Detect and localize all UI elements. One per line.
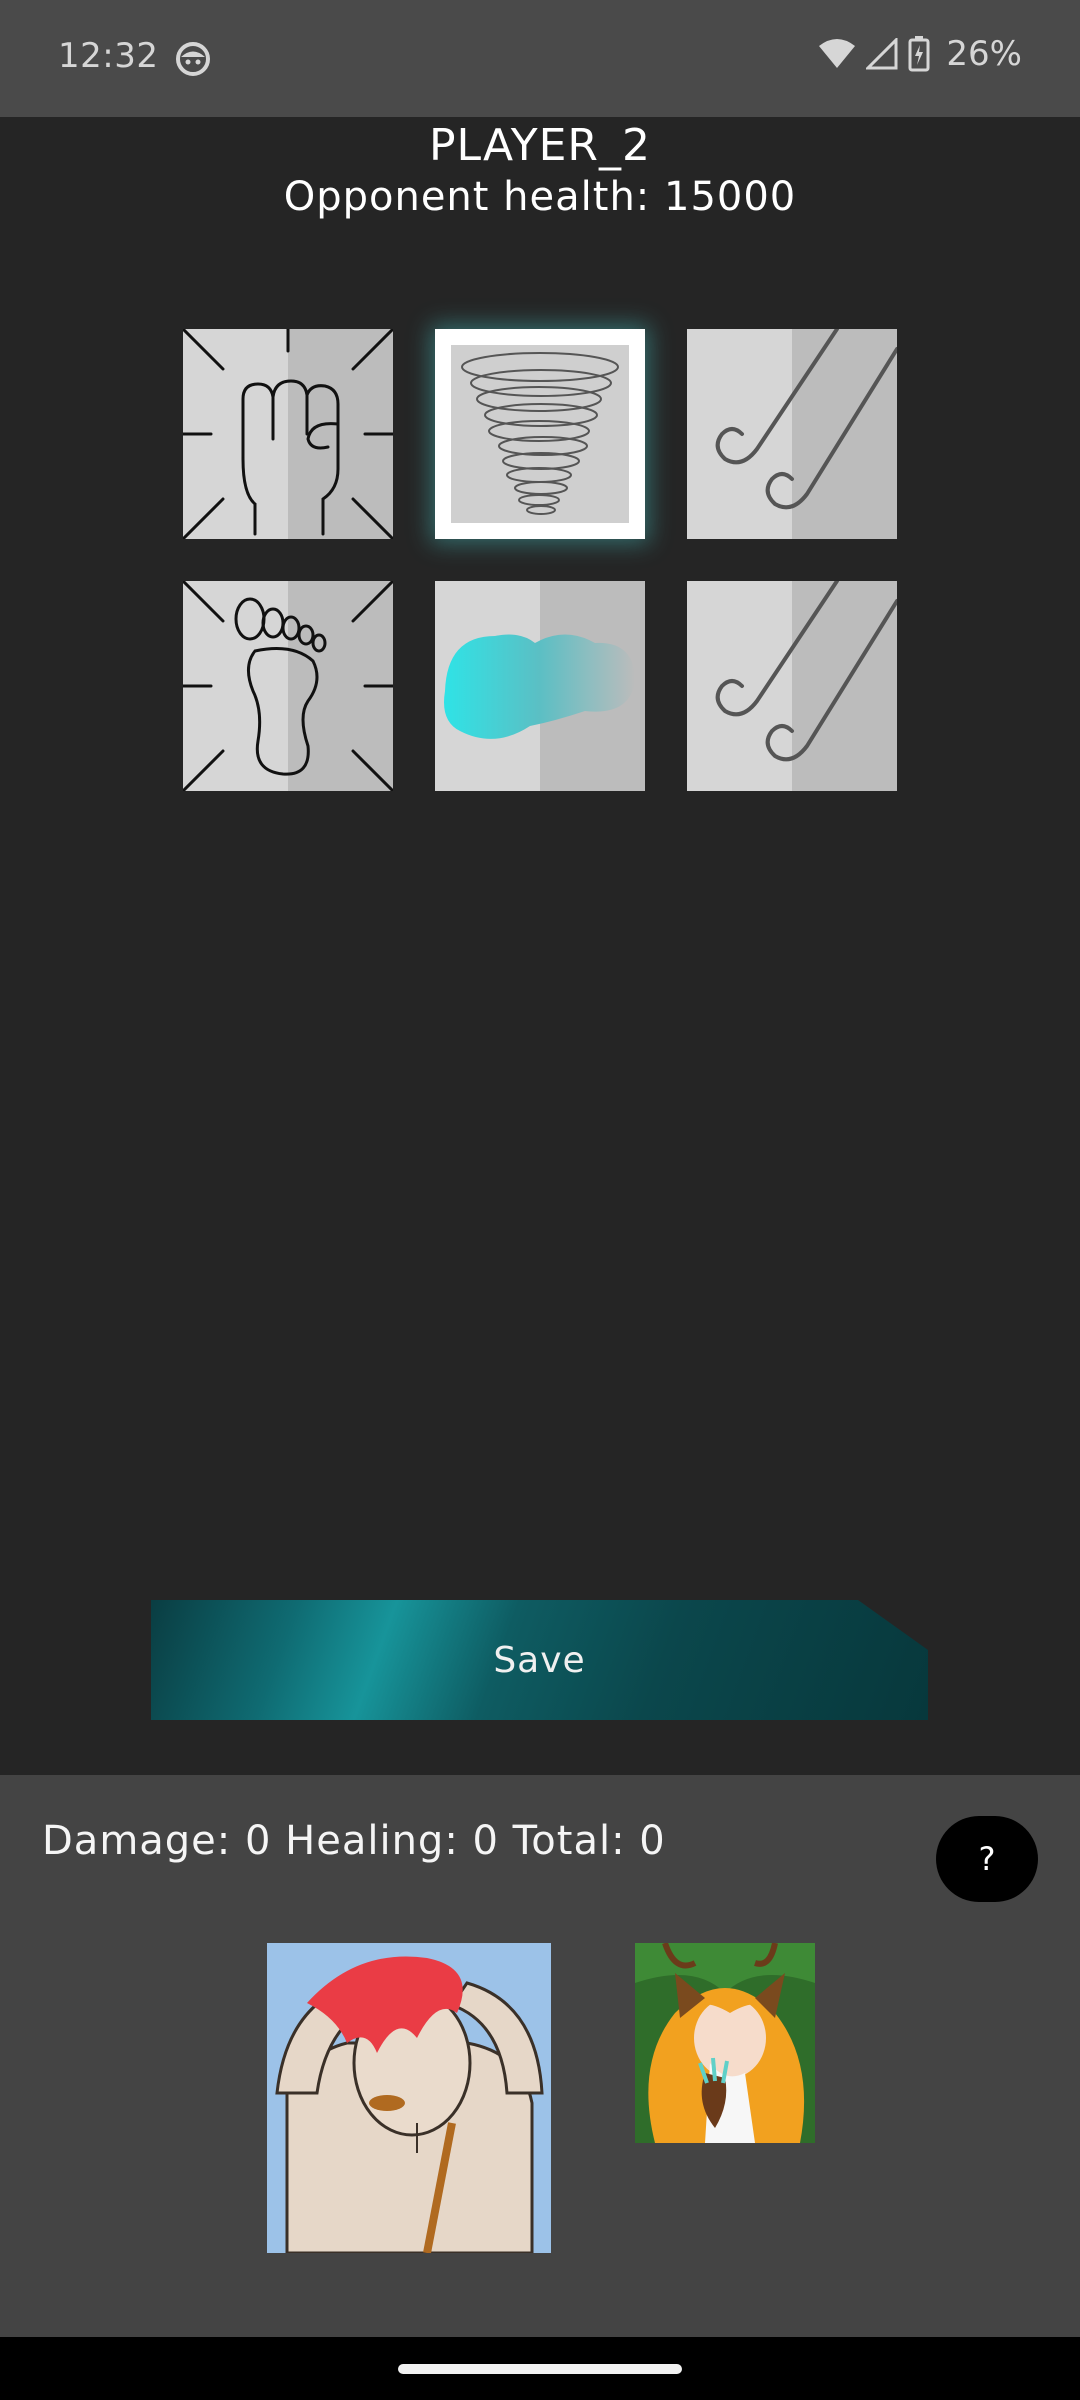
battery-charging-icon <box>908 36 930 72</box>
stats-summary: Damage: 0 Healing: 0 Total: 0 <box>42 1818 666 1864</box>
ability-tile-water[interactable] <box>435 581 645 791</box>
help-button[interactable]: ? <box>936 1816 1038 1902</box>
tornado-icon <box>451 345 629 523</box>
ability-tile-wind[interactable] <box>687 329 897 539</box>
ability-tile-wind-2[interactable] <box>687 581 897 791</box>
wifi-icon <box>819 39 856 68</box>
character-portrait-1[interactable] <box>267 1943 551 2253</box>
kick-icon <box>183 581 393 791</box>
wind-icon <box>715 329 897 510</box>
ability-tile-punch[interactable] <box>183 329 393 539</box>
wind-icon <box>715 581 897 762</box>
player-name: PLAYER_2 <box>429 120 651 171</box>
ability-tile-kick[interactable] <box>183 581 393 791</box>
opponent-health: Opponent health: 15000 <box>283 174 797 220</box>
face-icon <box>176 42 210 76</box>
status-time: 12:32 <box>58 36 159 76</box>
battery-percent: 26% <box>946 34 1022 74</box>
red-haired-fighter-portrait <box>267 1943 551 2253</box>
fox-girl-portrait <box>635 1943 815 2143</box>
status-right-group: 26% <box>818 34 1022 74</box>
home-gesture-handle[interactable] <box>398 2364 682 2374</box>
save-button[interactable]: Save <box>151 1600 928 1720</box>
signal-icon <box>866 38 898 70</box>
ability-tile-tornado[interactable] <box>435 329 645 539</box>
character-portrait-2[interactable] <box>635 1943 815 2143</box>
status-bar: 12:32 26% <box>0 0 1080 117</box>
water-splash-icon <box>444 634 635 739</box>
punch-icon <box>183 329 393 539</box>
